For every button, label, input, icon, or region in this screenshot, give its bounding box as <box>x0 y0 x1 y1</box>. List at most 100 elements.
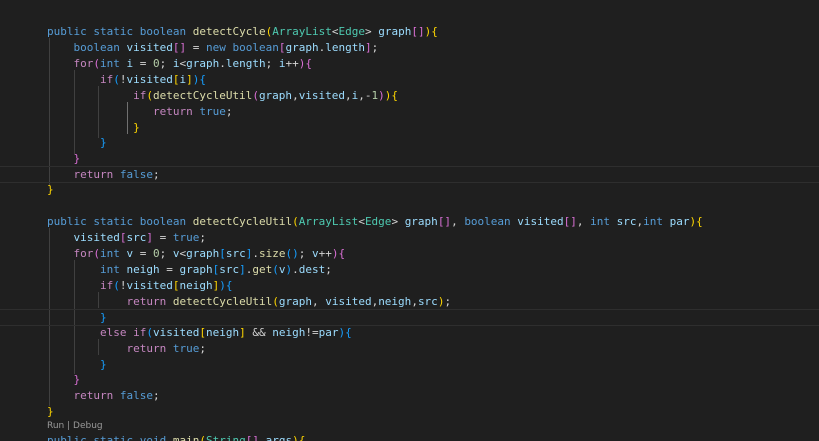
code-token: detectCycleUtil <box>192 215 293 228</box>
code-line-text: for(int i = 0; i<graph.length; i++){ <box>47 56 313 72</box>
code-line-text: } <box>47 135 107 151</box>
codelens-run-link[interactable]: Run <box>47 421 64 431</box>
code-token: if <box>99 73 114 86</box>
code-line-text: } <box>47 151 81 167</box>
code-token: , <box>411 295 418 308</box>
code-token: = <box>186 41 206 54</box>
code-token: public <box>47 434 87 441</box>
code-token: visited <box>325 295 372 308</box>
code-token: false <box>119 168 153 181</box>
code-token: boolean <box>73 41 120 54</box>
code-token: static <box>93 25 134 38</box>
code-token: static <box>93 215 134 228</box>
code-token: graph <box>258 89 293 102</box>
code-token: src <box>616 215 637 228</box>
code-token: , <box>292 89 299 102</box>
code-token: [] <box>437 215 452 228</box>
code-line-text: return false; <box>47 167 160 182</box>
code-line-text: } <box>47 182 54 198</box>
code-line-text: boolean visited[] = new boolean[graph.le… <box>47 40 379 56</box>
code-line-text: return detectCycleUtil(graph, visited,ne… <box>47 294 451 310</box>
code-token: } <box>47 183 54 196</box>
code-token: graph <box>278 295 312 308</box>
code-token: , <box>576 215 591 228</box>
code-line[interactable]: } <box>0 309 819 326</box>
code-token: if <box>99 279 114 292</box>
code-token: int <box>643 215 664 228</box>
code-token: neigh <box>272 326 306 339</box>
code-token: = <box>133 247 153 260</box>
code-token: true <box>172 231 200 244</box>
code-token: ; <box>159 57 173 70</box>
code-token: neigh <box>205 326 240 339</box>
codelens: Run | Debug <box>47 420 103 432</box>
code-token: int <box>100 247 120 260</box>
code-token: v <box>312 247 319 260</box>
code-line[interactable]: return false; <box>0 166 819 183</box>
code-token: par <box>669 215 690 228</box>
code-token: graph <box>285 41 319 54</box>
code-token: int <box>100 57 120 70</box>
code-token: boolean <box>139 215 187 228</box>
code-token: () <box>285 247 299 260</box>
code-token: ] <box>186 73 193 86</box>
code-token: } <box>47 405 54 418</box>
code-token: graph <box>404 215 438 228</box>
code-token: Edge <box>338 25 365 38</box>
code-token: { <box>391 89 399 102</box>
code-token: } <box>99 311 107 324</box>
code-token: ; <box>371 41 379 54</box>
code-token: { <box>431 25 438 38</box>
code-token: public <box>47 215 87 228</box>
code-token: if <box>133 326 147 339</box>
code-token: . <box>219 57 226 70</box>
code-token: boolean <box>232 41 279 54</box>
code-token: void <box>139 434 167 441</box>
code-token: else <box>99 326 127 339</box>
code-token: ( <box>93 247 100 260</box>
code-token: } <box>73 152 81 165</box>
code-token: i <box>278 57 286 70</box>
code-token: ; <box>265 57 279 70</box>
code-token: > <box>391 215 405 228</box>
code-token: ; <box>159 247 173 260</box>
code-token: } <box>99 136 107 149</box>
code-token: String <box>206 434 246 441</box>
code-line-text: public static boolean detectCycleUtil(Ar… <box>47 214 703 230</box>
code-token: ) <box>219 279 226 292</box>
code-token: size <box>259 247 286 260</box>
code-editor[interactable]: public static boolean detectCycle(ArrayL… <box>0 0 819 441</box>
code-token: [ <box>219 247 226 260</box>
code-token: , <box>345 89 352 102</box>
code-token: , <box>451 215 465 228</box>
code-token: detectCycleUtil <box>172 295 273 308</box>
codelens-debug-link[interactable]: Debug <box>73 421 103 431</box>
code-token: false <box>119 389 153 402</box>
code-token: return <box>73 168 114 181</box>
code-token: != <box>305 326 319 339</box>
code-token: Edge <box>364 215 392 228</box>
code-line-text: if(!visited[i]){ <box>47 72 206 88</box>
code-token: if <box>133 89 147 102</box>
code-token: i <box>172 57 180 70</box>
code-token: ; <box>225 105 233 118</box>
code-token: visited <box>126 73 173 86</box>
code-token: for <box>73 247 94 260</box>
code-token: ; <box>325 263 332 276</box>
code-token: src <box>225 247 246 260</box>
code-token: { <box>696 215 703 228</box>
code-token: graph <box>378 25 412 38</box>
code-token: src <box>126 231 147 244</box>
